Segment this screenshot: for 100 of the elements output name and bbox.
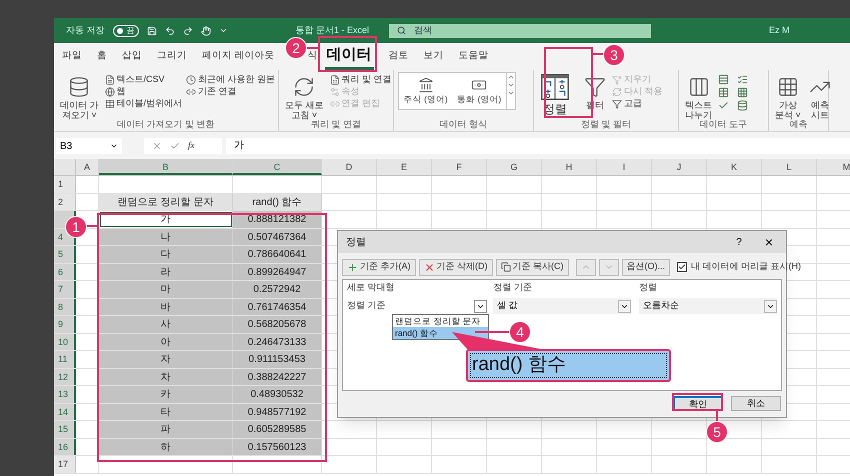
ribbon-menu-item[interactable]: 웹 <box>104 86 182 97</box>
row-header[interactable]: 9 <box>54 316 76 332</box>
table-cell[interactable]: 타 <box>99 404 233 420</box>
sort-on-dropdown[interactable]: 셀 값 <box>492 298 631 314</box>
table-cell[interactable]: 카 <box>99 386 233 402</box>
ribbon-menu-item[interactable]: 텍스트/CSV <box>104 74 182 85</box>
row-header[interactable]: 14 <box>54 404 76 420</box>
table-cell[interactable]: 바 <box>99 298 233 315</box>
cancel-icon[interactable] <box>152 141 162 151</box>
row-header[interactable]: 8 <box>54 298 76 315</box>
column-header[interactable]: J <box>652 159 707 175</box>
row-header[interactable]: 2 <box>54 194 76 210</box>
toolbar-button[interactable]: 기준 추가(A) <box>342 258 416 276</box>
table-cell[interactable]: 0.899264947 <box>233 264 322 280</box>
row-header[interactable]: 7 <box>54 281 76 298</box>
gallery-item[interactable]: 주식 (영어) <box>399 73 452 109</box>
menu-tab[interactable]: 검토 <box>388 43 409 70</box>
column-header[interactable]: F <box>432 159 487 175</box>
row-header[interactable]: 6 <box>54 264 76 280</box>
name-box[interactable]: B3 <box>56 138 122 154</box>
touch-mode-icon[interactable] <box>200 26 211 36</box>
table-cell[interactable]: 0.507467364 <box>233 228 322 245</box>
row-header[interactable]: 13 <box>54 386 76 402</box>
table-cell[interactable]: 0.388242227 <box>233 368 322 385</box>
ribbon-button[interactable]: 텍스트 나누기 <box>683 72 714 120</box>
row-header[interactable]: 5 <box>54 246 76 262</box>
column-header[interactable]: B <box>99 159 233 175</box>
table-cell[interactable]: 다 <box>99 246 233 262</box>
rows-icon[interactable] <box>718 74 729 85</box>
table-cell[interactable]: 하 <box>99 438 233 455</box>
autosave-toggle[interactable]: 끔 <box>112 24 139 36</box>
menu-tab[interactable]: 페이지 레이아웃 <box>202 43 275 70</box>
redo-icon[interactable] <box>182 26 193 36</box>
column-header[interactable]: H <box>542 159 597 175</box>
ribbon-menu-item[interactable]: 테이블/범위에서 <box>104 98 182 109</box>
check-icon[interactable] <box>718 100 729 111</box>
ribbon-menu-item[interactable]: 고급 <box>612 98 663 109</box>
column-header[interactable]: I <box>597 159 652 175</box>
ribbon-menu-item[interactable]: 쿼리 및 연결 <box>330 74 392 85</box>
ribbon-menu-item[interactable]: 기존 연결 <box>186 86 276 97</box>
checklist-icon[interactable] <box>737 74 748 85</box>
row-header[interactable]: 1 <box>54 176 76 192</box>
chevron-up-icon[interactable] <box>507 73 515 81</box>
ribbon-button[interactable]: 가상 분석 ˅ <box>773 72 803 120</box>
column-header[interactable]: L <box>762 159 817 175</box>
search-field[interactable]: 검색 <box>389 24 652 38</box>
data-tools-icons[interactable] <box>718 72 748 111</box>
toolbar-button[interactable]: 옵션(O)... <box>622 258 670 276</box>
menu-tab[interactable]: 그리기 <box>157 43 187 70</box>
table-cell[interactable]: 파 <box>99 421 233 438</box>
menu-tab[interactable]: 보기 <box>424 43 444 70</box>
toolbar-button[interactable]: 기준 삭제(D) <box>418 258 492 276</box>
formula-input[interactable]: 가 <box>226 138 850 154</box>
row-header[interactable]: 11 <box>54 351 76 368</box>
ribbon-menu-item[interactable]: 최근에 사용한 원본 <box>186 74 276 85</box>
ribbon-button[interactable]: 모두 새로 고침 ˅ <box>283 72 326 120</box>
undo-icon[interactable] <box>164 26 175 36</box>
menu-tab[interactable]: 도움말 <box>458 43 489 70</box>
table-cell[interactable]: rand() 함수 <box>233 194 322 210</box>
checkbox[interactable] <box>677 262 687 272</box>
ribbon-button[interactable]: 정렬 <box>538 72 572 116</box>
gallery-scrollbar[interactable] <box>506 73 515 109</box>
enter-icon[interactable] <box>170 141 180 151</box>
order-dropdown[interactable]: 오름차순 <box>638 298 777 314</box>
table-cell[interactable]: 사 <box>99 316 233 332</box>
menu-tab[interactable]: 삽입 <box>122 43 142 70</box>
gallery-item[interactable]: 통화 (영어) <box>452 73 506 109</box>
column-header[interactable]: C <box>233 159 322 175</box>
table-cell[interactable]: 자 <box>99 351 233 368</box>
table-cell[interactable]: 라 <box>99 264 233 280</box>
ribbon-button[interactable]: 데이터 가 져오기 ˅ <box>58 72 101 120</box>
column-header[interactable]: M <box>817 159 850 175</box>
table-cell[interactable]: 0.246473133 <box>233 334 322 350</box>
table-cell[interactable]: 0.911153453 <box>233 351 322 368</box>
table-cell[interactable]: 0.605289585 <box>233 421 322 438</box>
dialog-button[interactable]: 취소 <box>731 396 781 411</box>
table-cell[interactable]: 차 <box>99 368 233 385</box>
table-cell[interactable]: 랜덤으로 정리할 문자 <box>99 194 233 210</box>
row-header[interactable]: 16 <box>54 438 76 455</box>
help-button[interactable]: ? <box>730 234 748 250</box>
column-header[interactable]: E <box>377 159 432 175</box>
column-header[interactable]: K <box>707 159 762 175</box>
table-cell[interactable]: 0.761746354 <box>233 298 322 315</box>
row-header[interactable]: 17 <box>54 456 76 472</box>
table-cell[interactable]: 0.948577192 <box>233 404 322 420</box>
table-icon[interactable] <box>718 87 729 98</box>
table-cell[interactable]: 0.2572942 <box>233 281 322 298</box>
table-cell[interactable]: 0.157560123 <box>233 438 322 455</box>
column-header[interactable]: G <box>487 159 542 175</box>
row-header[interactable]: 15 <box>54 421 76 438</box>
table-cell[interactable]: 아 <box>99 334 233 350</box>
column-header[interactable]: D <box>322 159 377 175</box>
function-button[interactable]: fx <box>188 139 194 153</box>
dropdown-option[interactable]: 랜덤으로 정리할 문자 <box>393 315 488 327</box>
menu-tab[interactable]: 파일 <box>62 43 82 70</box>
grid-icon[interactable] <box>737 87 748 98</box>
ribbon-button[interactable]: 예측 시트 <box>806 72 833 120</box>
menu-tab[interactable]: 홈 <box>97 43 107 70</box>
customize-icon[interactable] <box>218 26 228 35</box>
table-cell[interactable]: 0.568205678 <box>233 316 322 332</box>
